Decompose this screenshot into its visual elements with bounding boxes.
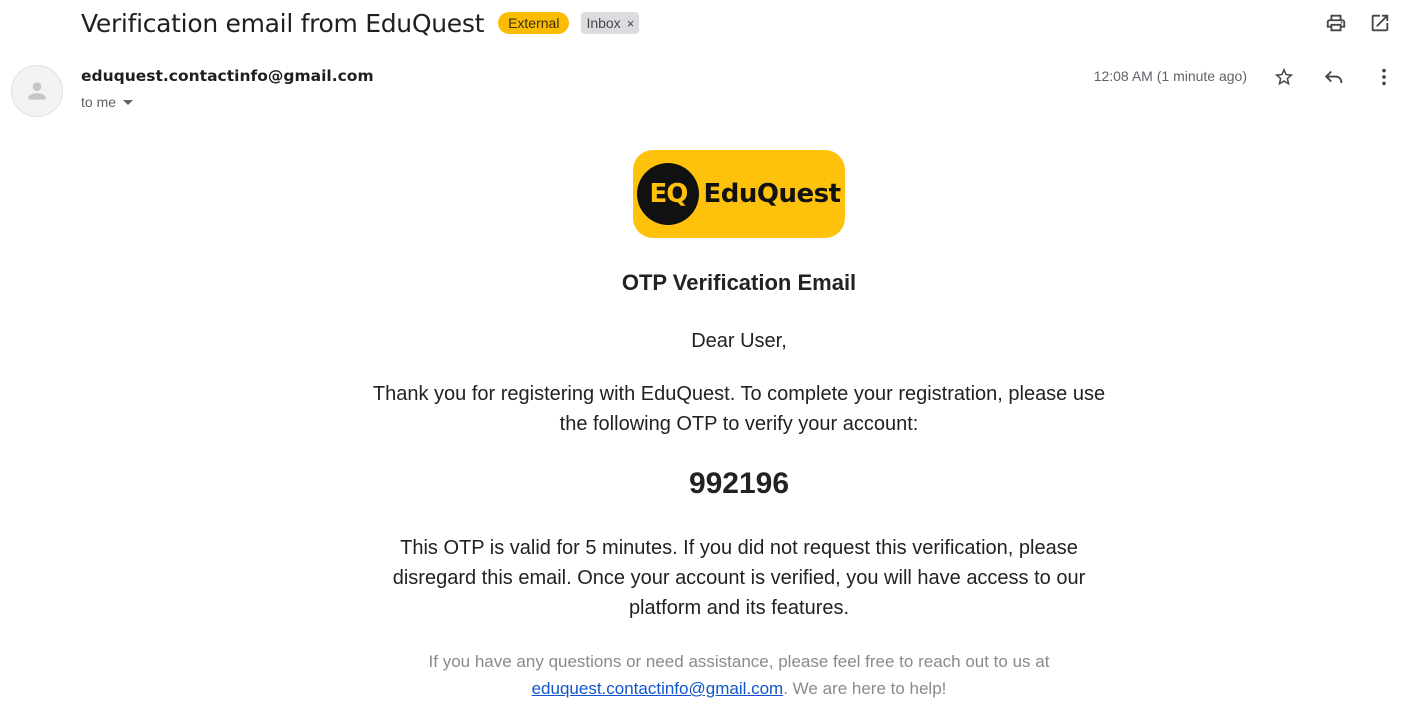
more-vert-icon[interactable] [1370,63,1398,91]
logo-name: EduQuest [703,179,841,209]
star-icon[interactable] [1270,63,1298,91]
external-badge: External [498,12,570,34]
chevron-down-icon [123,99,134,105]
email-greeting: Dear User, [691,330,787,352]
inbox-label-chip: Inbox × [581,12,640,34]
inbox-label-text: Inbox [586,15,621,31]
recipient-label: to me [81,94,117,110]
subject-row: Verification email from EduQuest Externa… [81,5,640,41]
email-body: EQ EduQuest [0,150,1408,238]
open-in-new-icon[interactable] [1366,9,1394,37]
otp-code: 992196 [688,467,790,500]
email-view: Verification email from EduQuest Externa… [0,0,1408,706]
message-timestamp: 12:08 AM (1 minute ago) [1093,68,1247,84]
email-validity-note: This OTP is valid for 5 minutes. If you … [392,537,1086,619]
recipient-details[interactable]: to me [81,94,134,110]
message-actions [1248,63,1398,91]
email-intro: Thank you for registering with EduQuest.… [372,383,1106,435]
footer-text-end: . We are here to help! [783,679,947,698]
email-heading: OTP Verification Email [621,270,857,295]
reply-icon[interactable] [1320,63,1348,91]
footer-text: If you have any questions or need assist… [428,652,1050,671]
email-footer: If you have any questions or need assist… [389,648,1089,702]
email-subject: Verification email from EduQuest [81,8,485,38]
sender-email[interactable]: eduquest.contactinfo@gmail.com [81,67,374,85]
footer-contact-link[interactable]: eduquest.contactinfo@gmail.com [532,679,784,698]
avatar-icon[interactable] [11,65,63,117]
top-actions [1306,9,1394,37]
print-icon[interactable] [1322,9,1350,37]
logo-monogram: EQ [637,163,700,225]
remove-label-icon[interactable]: × [627,16,635,31]
eduquest-logo: EQ EduQuest [633,150,845,238]
